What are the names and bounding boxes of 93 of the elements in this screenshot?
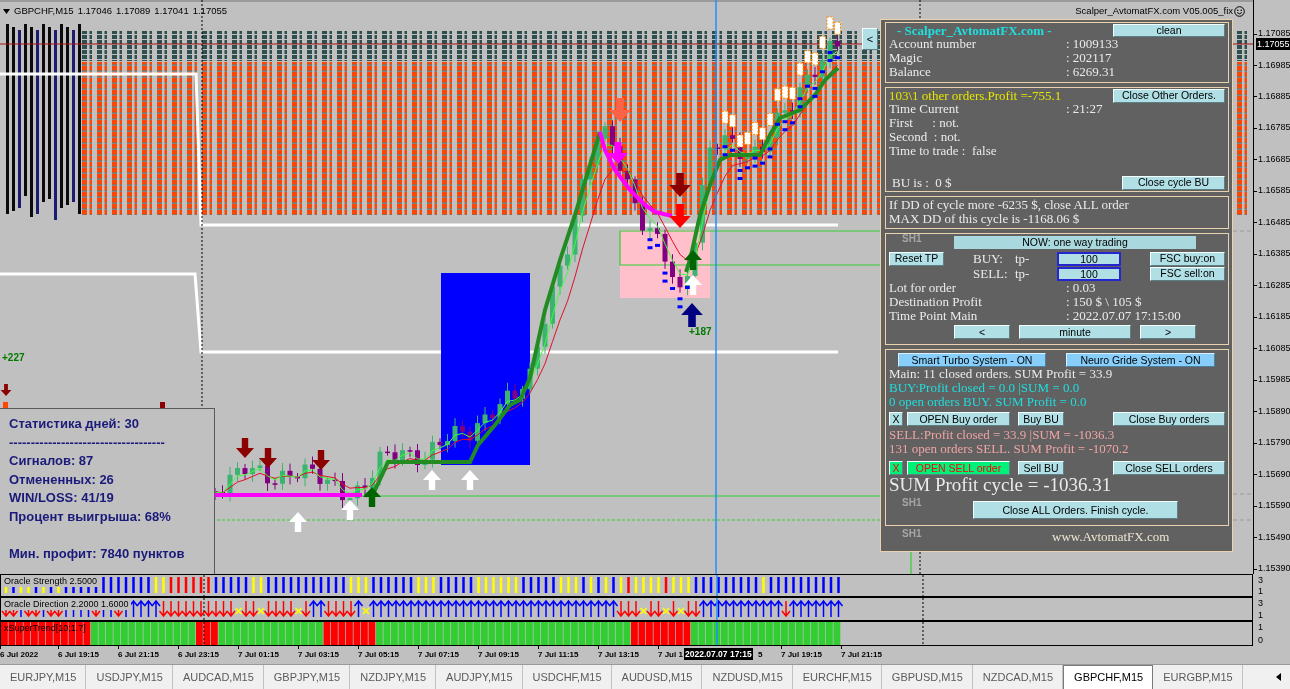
stats-line: WIN/LOSS: 41/19 (9, 489, 115, 507)
info-value: : 1009133 (1066, 37, 1119, 51)
info-value: : 6269.31 (1066, 65, 1116, 79)
price-value: 1.17055 (192, 5, 228, 17)
info-value: : 202117 (1066, 51, 1112, 65)
drawdown-text: If DD of cycle more -6235 $, close ALL order (889, 198, 1129, 212)
current-price-label: 1.17055 (1256, 38, 1290, 50)
info-label: Destination Profit (889, 295, 983, 309)
expert-title: Scalper_AvtomatFX.com V05.005_fix (1075, 5, 1233, 17)
scale-label: 1 (1258, 586, 1263, 596)
price-value: 1.17089 (116, 5, 151, 17)
price-label: 1.16085 (1258, 342, 1290, 354)
time-label: 7 Jul 11:15 (538, 649, 579, 660)
orders-summary: 103\1 other orders.Profit =-755.1 (889, 88, 1062, 103)
price-label: 1.17085 (1258, 28, 1290, 39)
price-label: 1.15690 (1258, 468, 1290, 480)
info-text: Time to trade : false (889, 144, 997, 158)
price-label: 1.16885 (1258, 90, 1290, 102)
time-label: 7 Jul 21:15 (841, 649, 882, 660)
info-label: Time Current (889, 102, 960, 116)
drawdown-text: MAX DD of this cycle is -1168.06 $ (889, 212, 1080, 226)
time-label: 6 Jul 23:15 (178, 649, 219, 660)
price-label: 1.16385 (1258, 248, 1290, 260)
tp-label: tp- (1015, 266, 1031, 281)
indicator-label: Oracle Strength 2.5000 (4, 576, 100, 587)
result-text: 131 open orders SELL. SUM Profit = -1070.2 (889, 442, 1129, 456)
time-label: 6 Jul 19:15 (58, 649, 99, 660)
stats-line: Отмененных: 26 (9, 470, 115, 489)
price-label: 1.16785 (1258, 122, 1290, 134)
result-text: Main: 11 closed orders. SUM Profit = 33.9 (889, 367, 1113, 381)
time-label: 6 Jul 2022 (0, 649, 39, 660)
result-text: 0 open orders BUY. SUM Profit = 0.0 (889, 395, 1087, 409)
time-label: 7 Jul 1 (658, 649, 683, 660)
scale-label: 0 (1258, 635, 1263, 645)
time-label: 7 Jul 09:15 (478, 649, 519, 660)
price-label: 1.15890 (1258, 405, 1290, 417)
tp-label: tp- (1015, 251, 1031, 266)
profit-label: +227 (2, 352, 25, 364)
price-label: 1.15790 (1258, 437, 1290, 449)
breakeven-text: BU is : 0 $ (891, 175, 952, 190)
time-label: 7 Jul 13:15 (598, 649, 639, 660)
price-value: 1.17046 (77, 5, 112, 17)
time-label: 7 Jul 05:15 (358, 649, 399, 660)
time-label: 7 Jul 03:15 (298, 649, 339, 660)
scale-label: 1 (1258, 610, 1263, 620)
price-label: 1.15490 (1258, 531, 1290, 543)
price-label: 1.15985 (1258, 374, 1290, 386)
info-label: Lot for order (889, 281, 958, 295)
time-label: 7 Jul 01:15 (238, 649, 279, 660)
time-label: 5 (758, 649, 763, 660)
time-label: 7 Jul 19:15 (781, 649, 822, 660)
info-label: Account number (889, 37, 976, 51)
price-label: 1.16485 (1258, 216, 1290, 228)
panel-title: - Scalper_AvtomatFX.com - (897, 23, 1052, 38)
side-label: BUY: (973, 251, 1004, 266)
scale-label: 1 (1258, 622, 1263, 632)
price-label: 1.15390 (1258, 563, 1290, 574)
info-label: Time Point Main (889, 309, 979, 323)
level-label: SH1 (902, 233, 922, 244)
level-label: SH1 (902, 528, 922, 539)
price-label: 1.15590 (1258, 500, 1290, 511)
cycle-profit: SUM Profit cycle = -1036.31 (889, 476, 1112, 494)
info-label: Balance (889, 65, 932, 79)
price-value: 1.17041 (154, 5, 189, 17)
level-label: SH1 (902, 497, 922, 508)
scale-label: 3 (1258, 575, 1263, 585)
price-label: 1.16685 (1258, 153, 1290, 165)
time-label: 7 Jul 07:15 (418, 649, 459, 660)
cursor-time-label: 2022.07.07 17:15 (684, 648, 753, 660)
result-text: BUY:Profit closed = 0.0 |SUM = 0.0 (889, 381, 1080, 395)
info-text: First : not. (889, 116, 960, 130)
price-label: 1.16985 (1258, 59, 1290, 71)
info-value: : 2022.07.07 17:15:00 (1066, 309, 1181, 323)
symbol-label: GBPCHF,M15 (14, 5, 74, 17)
stats-divider: ------------------------------------ (9, 433, 166, 452)
side-label: SELL: (973, 266, 1009, 281)
price-label: 1.16285 (1258, 279, 1290, 291)
stats-line: Сигналов: 87 (9, 452, 95, 470)
result-text: SELL:Profit closed = 33.9 |SUM = -1036.3 (889, 428, 1115, 442)
stats-footer: Мин. профит: 7840 пунктов (9, 544, 214, 563)
stats-title: Статистика дней: 30 (9, 415, 140, 433)
website-text: www.AvtomatFX.com (1052, 530, 1171, 544)
time-label: 6 Jul 21:15 (118, 649, 159, 660)
info-value: : 150 $ \ 105 $ (1066, 295, 1142, 309)
price-label: 1.16185 (1258, 311, 1290, 323)
info-value: : 21:27 (1066, 102, 1103, 116)
info-value: : 0.03 (1066, 281, 1096, 295)
profit-label: +187 (689, 326, 712, 338)
info-text: Second : not. (889, 130, 961, 144)
stats-line: Процент выигрыша: 68% (9, 507, 172, 526)
scale-label: 3 (1258, 598, 1263, 608)
price-label: 1.16585 (1258, 185, 1290, 197)
info-label: Magic (889, 51, 924, 65)
